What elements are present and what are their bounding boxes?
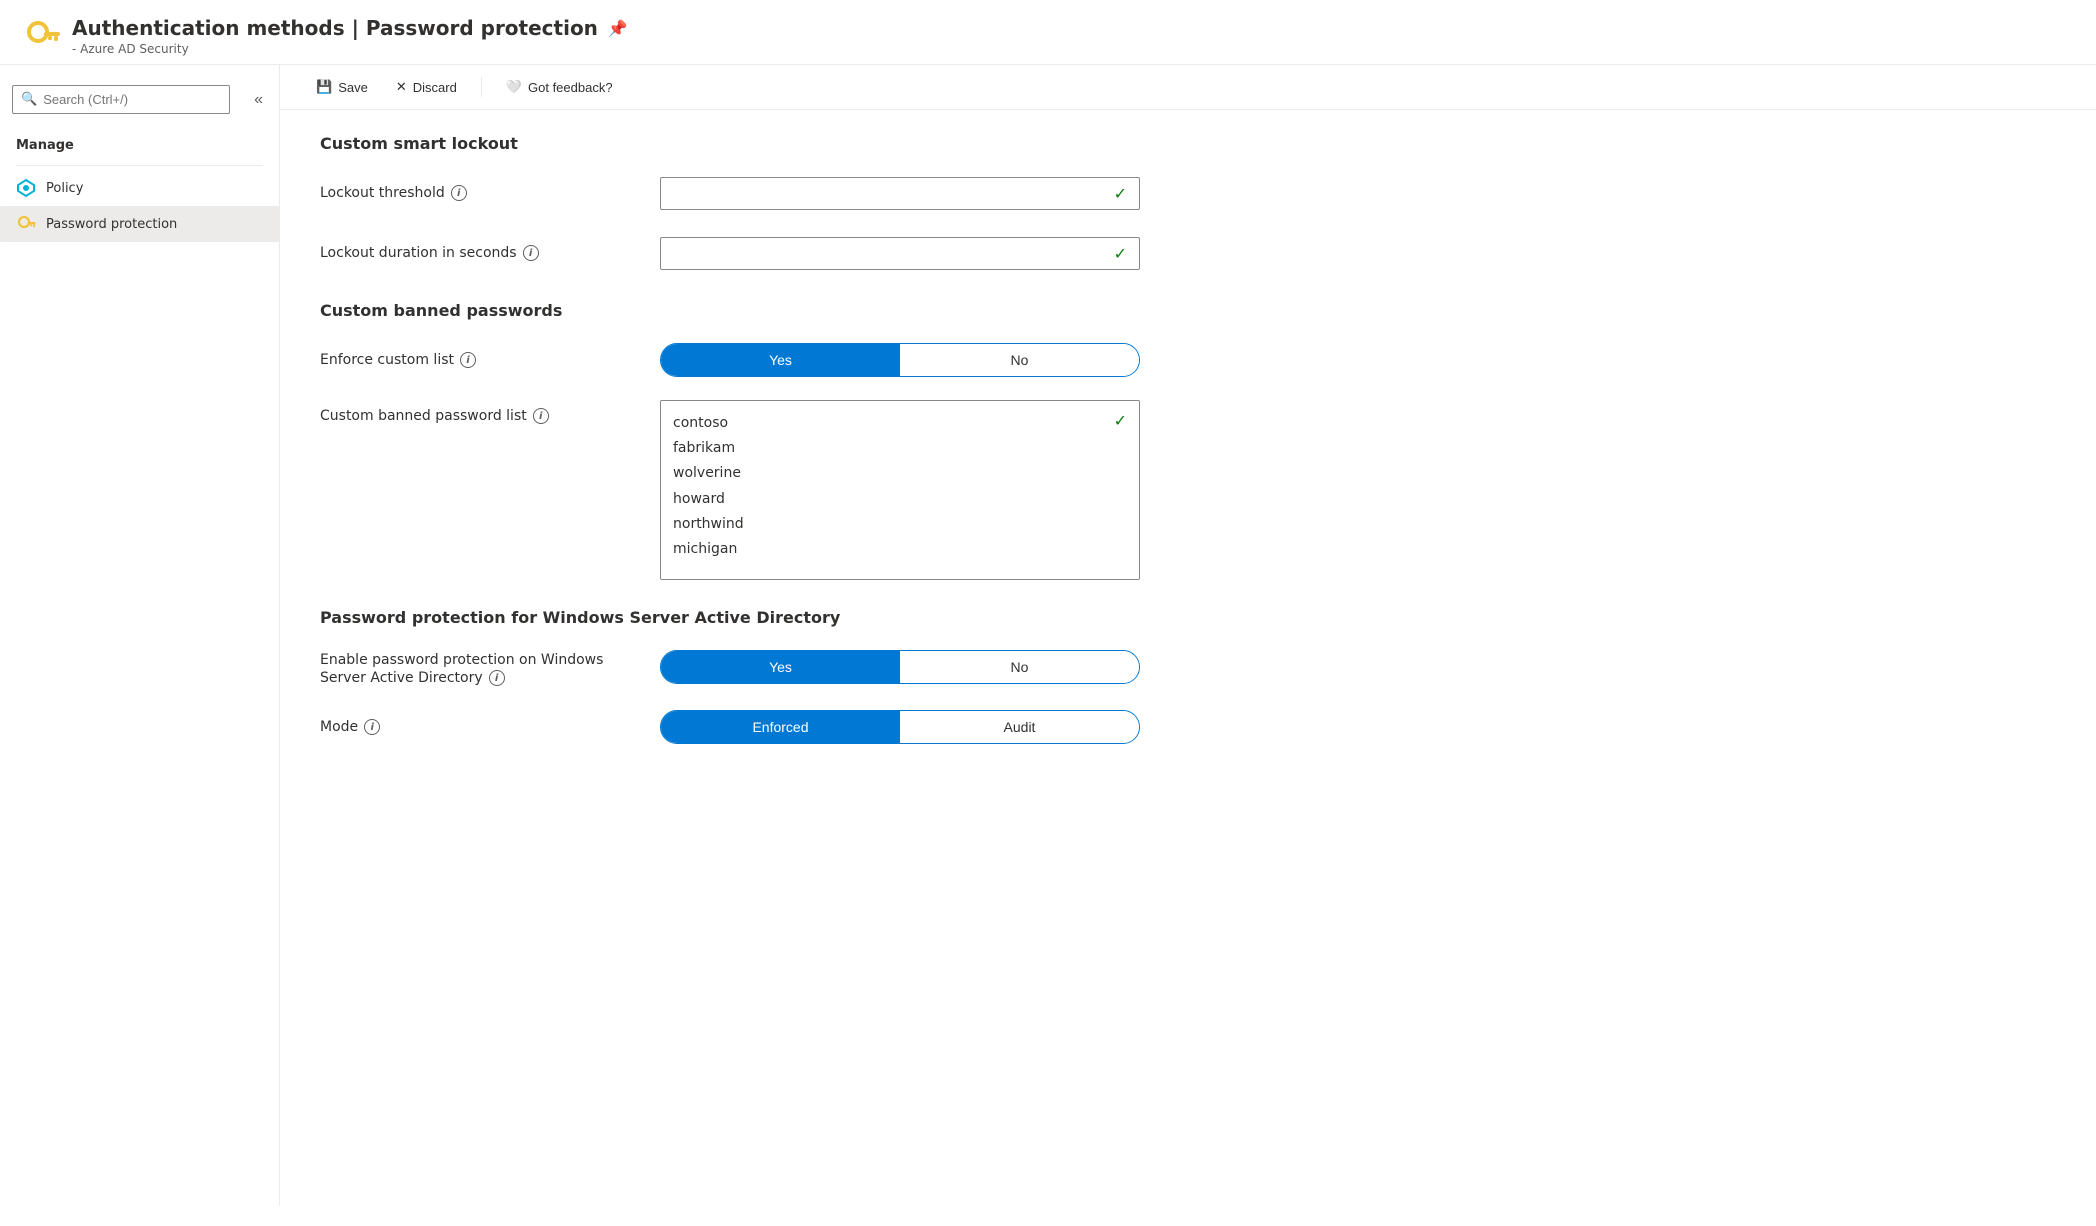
lockout-duration-input[interactable]: 60 (673, 245, 1114, 261)
lockout-threshold-label: Lockout threshold i (320, 185, 660, 201)
lockout-duration-text: Lockout duration in seconds (320, 245, 517, 261)
enforce-custom-list-info-icon[interactable]: i (460, 352, 476, 368)
feedback-icon: 🤍 (506, 79, 522, 95)
enable-protection-control: Yes No (660, 650, 1140, 684)
search-wrapper: 🔍 (0, 77, 242, 122)
lockout-threshold-input-wrapper: 10 ✓ (660, 177, 1140, 210)
page-subtitle: - Azure AD Security (72, 42, 628, 56)
sidebar: 🔍 « Manage Policy (0, 65, 280, 1206)
mode-enforced-button[interactable]: Enforced (661, 711, 900, 743)
sidebar-divider (16, 165, 263, 166)
toolbar: 💾 Save ✕ Discard 🤍 Got feedback? (280, 65, 2096, 110)
page-title: Authentication methods | Password protec… (72, 16, 628, 40)
section-smart-lockout: Custom smart lockout Lockout threshold i… (320, 134, 2056, 273)
save-icon: 💾 (316, 79, 332, 95)
lockout-threshold-check-icon: ✓ (1114, 184, 1127, 203)
enforce-custom-list-control: Yes No (660, 343, 1140, 377)
lockout-threshold-text: Lockout threshold (320, 185, 445, 201)
lockout-duration-info-icon[interactable]: i (523, 245, 539, 261)
enable-protection-line2: Server Active Directory (320, 670, 483, 686)
lockout-threshold-row: Lockout threshold i 10 ✓ (320, 173, 2056, 213)
sidebar-policy-label: Policy (46, 181, 83, 196)
banned-list-row: Custom banned password list i contoso fa… (320, 400, 2056, 580)
policy-icon (16, 178, 36, 198)
feedback-button[interactable]: 🤍 Got feedback? (494, 73, 625, 101)
lockout-threshold-input[interactable]: 10 (673, 185, 1114, 201)
lockout-duration-control: 60 ✓ (660, 237, 1140, 270)
banned-list-label-text: Custom banned password list (320, 408, 527, 424)
search-row: 🔍 « (0, 73, 279, 126)
header-title-group: Authentication methods | Password protec… (72, 16, 628, 56)
search-icon: 🔍 (21, 92, 37, 107)
lockout-threshold-control: 10 ✓ (660, 177, 1140, 210)
discard-label: Discard (413, 80, 457, 95)
collapse-button[interactable]: « (246, 87, 271, 113)
mode-control: Enforced Audit (660, 710, 1140, 744)
save-button[interactable]: 💾 Save (304, 73, 380, 101)
enable-no-button[interactable]: No (900, 651, 1139, 683)
sidebar-section-manage: Manage (0, 126, 279, 161)
smart-lockout-title: Custom smart lockout (320, 134, 2056, 153)
mode-label: Mode i (320, 719, 660, 735)
banned-passwords-title: Custom banned passwords (320, 301, 2056, 320)
discard-button[interactable]: ✕ Discard (384, 73, 469, 101)
title-text: Authentication methods | Password protec… (72, 16, 598, 40)
banned-list-text: contoso fabrikam wolverine howard northw… (673, 411, 1127, 562)
enforce-yes-button[interactable]: Yes (661, 344, 900, 376)
mode-label-text: Mode (320, 719, 358, 735)
app-icon (24, 18, 60, 54)
enforce-no-button[interactable]: No (900, 344, 1139, 376)
enable-protection-label: Enable password protection on Windows Se… (320, 648, 660, 686)
toolbar-divider (481, 77, 482, 97)
enable-toggle-group: Yes No (660, 650, 1140, 684)
discard-icon: ✕ (396, 79, 407, 95)
pin-icon[interactable]: 📌 (608, 19, 628, 38)
page-header: Authentication methods | Password protec… (0, 0, 2096, 65)
enforce-custom-list-row: Enforce custom list i Yes No (320, 340, 2056, 380)
lockout-duration-label: Lockout duration in seconds i (320, 245, 660, 261)
mode-audit-button[interactable]: Audit (900, 711, 1139, 743)
banned-list-label: Custom banned password list i (320, 400, 660, 424)
key-icon (16, 214, 36, 234)
enforce-custom-list-text: Enforce custom list (320, 352, 454, 368)
banned-list-box[interactable]: contoso fabrikam wolverine howard northw… (660, 400, 1140, 580)
save-label: Save (338, 80, 368, 95)
banned-list-control: contoso fabrikam wolverine howard northw… (660, 400, 1140, 580)
sidebar-item-policy[interactable]: Policy (0, 170, 279, 206)
enforce-custom-list-label: Enforce custom list i (320, 352, 660, 368)
search-box[interactable]: 🔍 (12, 85, 230, 114)
lockout-duration-check-icon: ✓ (1114, 244, 1127, 263)
mode-info-icon[interactable]: i (364, 719, 380, 735)
section-banned-passwords: Custom banned passwords Enforce custom l… (320, 301, 2056, 580)
enable-protection-label-row: Enable password protection on Windows (320, 652, 603, 668)
enable-protection-line1: Enable password protection on Windows (320, 652, 603, 668)
feedback-label: Got feedback? (528, 80, 613, 95)
banned-list-info-icon[interactable]: i (533, 408, 549, 424)
sidebar-item-password-protection[interactable]: Password protection (0, 206, 279, 242)
mode-row: Mode i Enforced Audit (320, 707, 2056, 747)
sidebar-password-protection-label: Password protection (46, 217, 177, 232)
main-layout: 🔍 « Manage Policy (0, 65, 2096, 1206)
banned-list-check-icon: ✓ (1114, 411, 1127, 430)
enable-yes-button[interactable]: Yes (661, 651, 900, 683)
lockout-duration-input-wrapper: 60 ✓ (660, 237, 1140, 270)
lockout-threshold-info-icon[interactable]: i (451, 185, 467, 201)
enable-protection-info-icon[interactable]: i (489, 670, 505, 686)
lockout-duration-row: Lockout duration in seconds i 60 ✓ (320, 233, 2056, 273)
main-content: Custom smart lockout Lockout threshold i… (280, 110, 2096, 1206)
enable-protection-row: Enable password protection on Windows Se… (320, 647, 2056, 687)
mode-toggle-group: Enforced Audit (660, 710, 1140, 744)
enable-protection-label-row2: Server Active Directory i (320, 670, 505, 686)
section-windows-ad: Password protection for Windows Server A… (320, 608, 2056, 747)
search-input[interactable] (43, 92, 221, 107)
windows-ad-title: Password protection for Windows Server A… (320, 608, 2056, 627)
enforce-toggle-group: Yes No (660, 343, 1140, 377)
